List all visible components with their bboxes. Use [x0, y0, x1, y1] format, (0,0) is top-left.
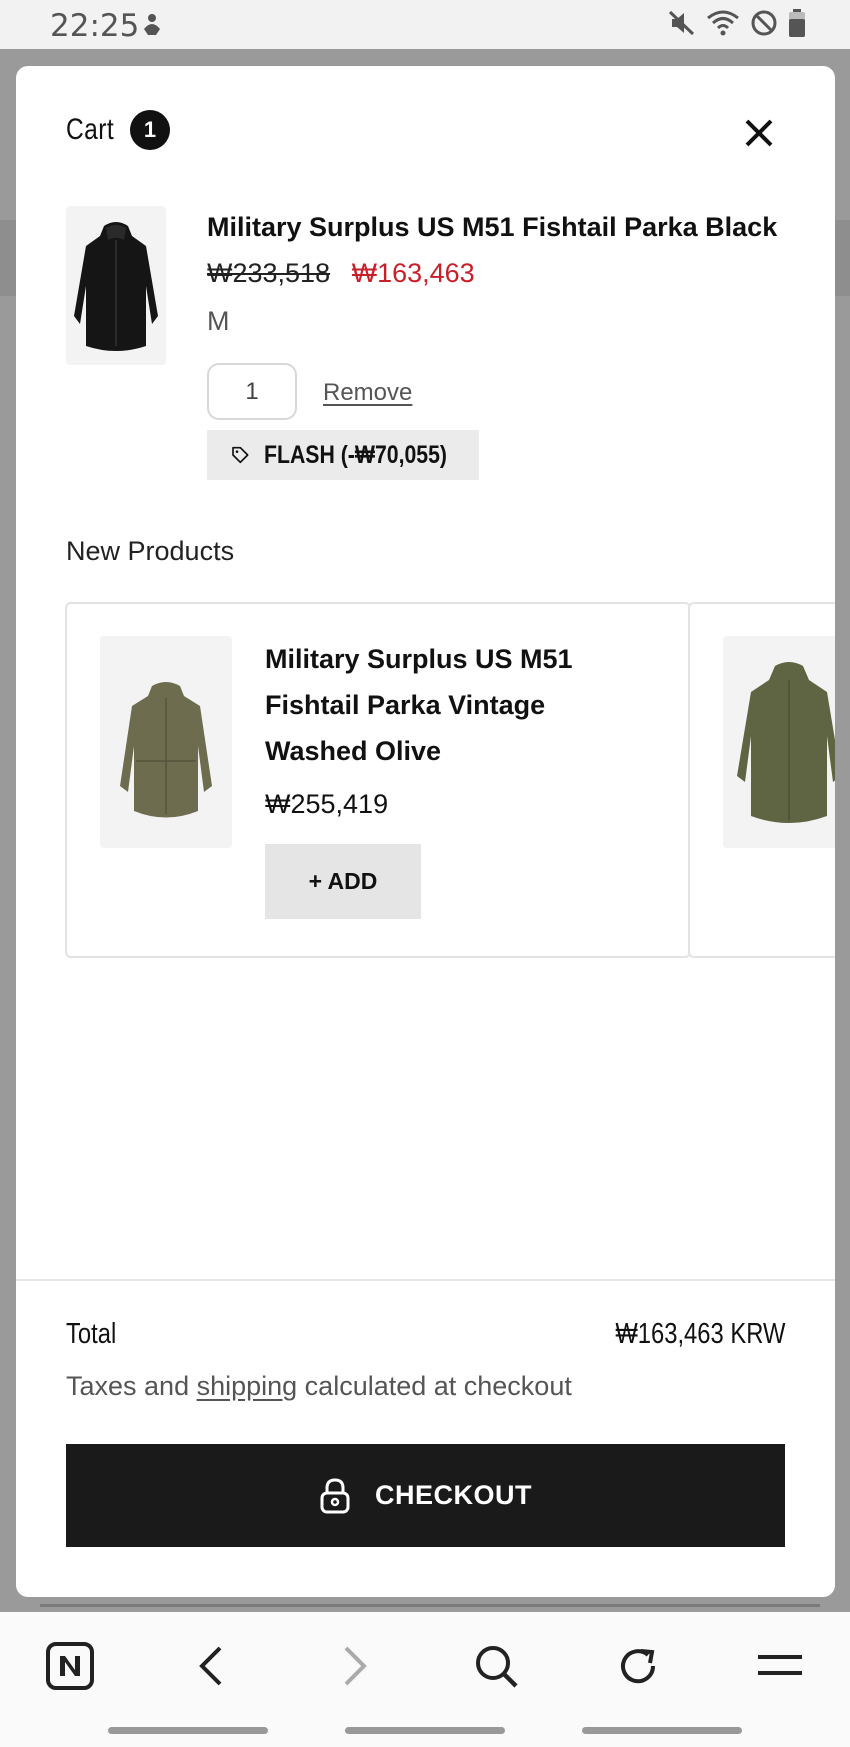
remove-button[interactable]: Remove: [323, 379, 412, 407]
product-image[interactable]: [723, 636, 835, 848]
menu-icon[interactable]: [750, 1636, 810, 1696]
lock-icon: [320, 1477, 350, 1513]
status-time: 22:25: [50, 8, 140, 44]
cart-title: Cart: [66, 113, 115, 146]
battery-icon: [789, 9, 805, 37]
add-to-cart-button[interactable]: + ADD: [265, 844, 421, 919]
quantity-input[interactable]: 1: [207, 363, 297, 420]
back-icon[interactable]: [182, 1636, 242, 1696]
footer-divider: [16, 1279, 835, 1281]
total-value: ₩163,463 KRW: [614, 1318, 785, 1350]
tax-note-suffix: calculated at checkout: [297, 1371, 572, 1401]
parka-olive-image: [737, 662, 835, 823]
tax-note-prefix: Taxes and: [66, 1371, 197, 1401]
cart-item-image[interactable]: [66, 206, 166, 365]
wifi-icon: [707, 10, 739, 36]
parka-olive-image: [120, 682, 212, 818]
browser-toolbar: [0, 1612, 850, 1747]
page-background-divider: [40, 1604, 820, 1607]
product-name[interactable]: Military Surplus US M51 Fishtail Parka V…: [265, 636, 625, 774]
reload-icon[interactable]: [608, 1636, 668, 1696]
product-price: ₩255,419: [265, 789, 389, 819]
gesture-pill-left: [108, 1727, 268, 1734]
discount-label: FLASH (-₩70,055): [263, 440, 447, 469]
product-card-partial: [688, 602, 835, 958]
cart-item-name[interactable]: Military Surplus US M51 Fishtail Parka B…: [207, 212, 777, 243]
notification-icon: [144, 14, 160, 35]
mute-icon: [668, 10, 695, 36]
total-label: Total: [66, 1318, 117, 1350]
checkout-button[interactable]: CHECKOUT: [66, 1444, 785, 1547]
shipping-link[interactable]: shipping: [197, 1371, 298, 1401]
close-icon[interactable]: [742, 116, 776, 150]
discount-badge: FLASH (-₩70,055): [207, 430, 479, 480]
new-products-title: New Products: [66, 536, 235, 566]
cart-drawer: Cart 1 Military Surplus US M51 Fishtail …: [16, 66, 835, 1597]
gesture-pill-center: [345, 1727, 505, 1734]
forward-icon[interactable]: [324, 1636, 384, 1696]
cart-item-variant: M: [207, 306, 230, 336]
tax-note: Taxes and shipping calculated at checkou…: [66, 1371, 572, 1402]
status-bar: 22:25: [0, 0, 850, 49]
cart-item-prices: ₩233,518 ₩163,463: [207, 258, 475, 289]
sale-price: ₩163,463: [351, 258, 475, 288]
original-price: ₩233,518: [207, 258, 331, 288]
product-image[interactable]: [100, 636, 232, 848]
cart-count-badge: 1: [130, 110, 170, 150]
status-icons: [668, 9, 806, 37]
tag-icon: [232, 446, 249, 464]
do-not-disturb-icon: [751, 10, 777, 36]
product-card: Military Surplus US M51 Fishtail Parka V…: [65, 602, 691, 958]
cart-header: Cart 1: [66, 110, 170, 150]
gesture-pill-right: [582, 1727, 742, 1734]
checkout-label: CHECKOUT: [375, 1480, 532, 1510]
search-icon[interactable]: [466, 1636, 526, 1696]
parka-black-image: [74, 222, 158, 351]
naver-home-icon[interactable]: [40, 1636, 100, 1696]
